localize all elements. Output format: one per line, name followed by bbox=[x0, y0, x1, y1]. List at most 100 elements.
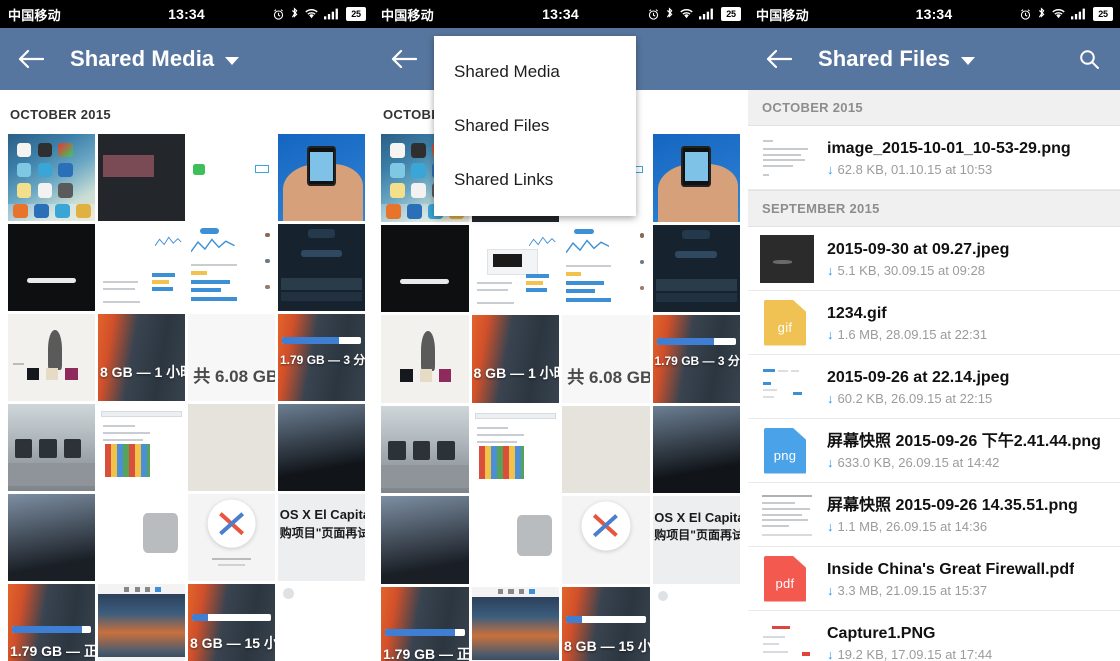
file-thumbnail bbox=[760, 490, 814, 539]
media-thumb[interactable] bbox=[8, 224, 95, 311]
gif-file-icon: gif bbox=[764, 299, 806, 346]
signal-icon bbox=[699, 8, 713, 20]
chevron-down-icon[interactable] bbox=[225, 57, 240, 65]
media-thumb[interactable]: 1.79 GB — 3 分钟 bbox=[278, 314, 365, 401]
file-name: 屏幕快照 2015-09-26 下午2.41.44.png bbox=[827, 432, 1101, 450]
media-thumb[interactable]: 8 GB — 15 小时 34 bbox=[188, 584, 275, 661]
file-thumbnail bbox=[760, 133, 814, 182]
back-button[interactable] bbox=[762, 42, 796, 76]
media-thumb[interactable] bbox=[652, 224, 740, 312]
media-thumb[interactable] bbox=[98, 404, 185, 491]
media-thumb[interactable] bbox=[471, 496, 559, 584]
media-thumb[interactable] bbox=[381, 496, 469, 584]
wifi-icon bbox=[1052, 9, 1065, 19]
media-thumb[interactable] bbox=[278, 134, 365, 221]
file-info: Inside China's Great Firewall.pdf ↓ 3.3 … bbox=[827, 559, 1074, 599]
search-button[interactable] bbox=[1072, 42, 1106, 76]
media-thumb[interactable]: 共 6.08 GB bbox=[562, 315, 650, 403]
media-thumb[interactable] bbox=[471, 405, 559, 493]
back-button[interactable] bbox=[14, 42, 48, 76]
media-thumb[interactable]: 共 6.08 GB bbox=[188, 314, 275, 401]
media-thumb[interactable]: 8 GB — 1 小时 bbox=[98, 314, 185, 401]
wifi-icon bbox=[680, 9, 693, 19]
media-thumb[interactable] bbox=[278, 224, 365, 311]
download-icon: ↓ bbox=[827, 391, 834, 406]
file-thumbnail bbox=[760, 618, 814, 661]
chevron-down-icon[interactable] bbox=[961, 57, 976, 65]
media-thumb[interactable]: 551 bbox=[188, 224, 275, 311]
media-thumb[interactable]: 8 GB — 15 小时 34 bbox=[562, 586, 650, 661]
media-thumb[interactable]: 1.79 GB — 正在计 bbox=[381, 586, 469, 661]
file-meta: ↓ 19.2 KB, 17.09.15 at 17:44 bbox=[827, 647, 992, 661]
media-thumb[interactable] bbox=[562, 405, 650, 493]
media-thumb[interactable] bbox=[278, 584, 365, 661]
back-button[interactable] bbox=[387, 42, 421, 76]
alarm-icon bbox=[648, 8, 659, 20]
file-info: 屏幕快照 2015-09-26 下午2.41.44.png ↓ 633.0 KB… bbox=[827, 431, 1101, 471]
toolbar: Shared Files bbox=[748, 28, 1120, 90]
media-thumb[interactable] bbox=[98, 494, 185, 581]
file-name: 屏幕快照 2015-09-26 14.35.51.png bbox=[827, 496, 1078, 514]
menu-item-shared-files[interactable]: Shared Files bbox=[434, 99, 636, 153]
file-meta: ↓ 62.8 KB, 01.10.15 at 10:53 bbox=[827, 162, 1071, 178]
file-row[interactable]: png 屏幕快照 2015-09-26 下午2.41.44.png ↓ 633.… bbox=[748, 419, 1120, 483]
battery-icon: 25 bbox=[721, 7, 741, 21]
media-thumb[interactable] bbox=[471, 586, 559, 661]
media-thumb[interactable] bbox=[8, 404, 95, 491]
media-thumb[interactable] bbox=[188, 404, 275, 491]
shared-content-dropdown-menu[interactable]: Shared Media Shared Files Shared Links bbox=[434, 36, 636, 216]
media-thumb[interactable] bbox=[98, 134, 185, 221]
media-thumb[interactable] bbox=[381, 224, 469, 312]
menu-item-shared-links[interactable]: Shared Links bbox=[434, 153, 636, 207]
png-file-icon: png bbox=[764, 427, 806, 474]
media-thumb[interactable] bbox=[652, 405, 740, 493]
media-thumb[interactable] bbox=[562, 496, 650, 584]
media-thumb[interactable] bbox=[8, 134, 95, 221]
media-thumb[interactable] bbox=[8, 494, 95, 581]
file-info: 屏幕快照 2015-09-26 14.35.51.png ↓ 1.1 MB, 2… bbox=[827, 495, 1078, 535]
file-name: 2015-09-30 at 09.27.jpeg bbox=[827, 240, 1010, 258]
file-meta-text: 62.8 KB, 01.10.15 at 10:53 bbox=[837, 161, 993, 177]
media-thumb[interactable] bbox=[188, 494, 275, 581]
media-thumb[interactable]: OS X El Capitan"失败 购项目"页面再试一次。 bbox=[652, 496, 740, 584]
file-row[interactable]: gif 1234.gif ↓ 1.6 MB, 28.09.15 at 22:31 bbox=[748, 291, 1120, 355]
back-arrow-icon bbox=[391, 49, 417, 69]
wifi-icon bbox=[305, 9, 318, 19]
back-arrow-icon bbox=[18, 49, 44, 69]
media-thumb[interactable] bbox=[98, 224, 185, 311]
file-row[interactable]: Capture1.PNG ↓ 19.2 KB, 17.09.15 at 17:4… bbox=[748, 611, 1120, 661]
menu-item-shared-media[interactable]: Shared Media bbox=[434, 45, 636, 99]
media-thumb[interactable] bbox=[8, 314, 95, 401]
file-extension-label: gif bbox=[777, 319, 793, 335]
media-thumb[interactable]: 8 GB — 1 小时 bbox=[471, 315, 559, 403]
file-row[interactable]: 屏幕快照 2015-09-26 14.35.51.png ↓ 1.1 MB, 2… bbox=[748, 483, 1120, 547]
media-thumb[interactable] bbox=[381, 405, 469, 493]
media-overlay-text: 1.79 GB — 3 分钟 bbox=[654, 353, 741, 368]
media-thumb[interactable] bbox=[652, 134, 740, 222]
file-row[interactable]: image_2015-10-01_10-53-29.png ↓ 62.8 KB,… bbox=[748, 126, 1120, 190]
page-title: Shared Files bbox=[818, 46, 951, 71]
battery-icon: 25 bbox=[346, 7, 366, 21]
media-thumb[interactable]: OS X El Capitan"失败 购项目"页面再试一次。 bbox=[278, 494, 365, 581]
file-row[interactable]: 2015-09-26 at 22.14.jpeg ↓ 60.2 KB, 26.0… bbox=[748, 355, 1120, 419]
media-thumb[interactable]: 1.79 GB — 正在计 bbox=[8, 584, 95, 661]
media-thumb[interactable] bbox=[278, 404, 365, 491]
media-thumb[interactable] bbox=[381, 315, 469, 403]
three-panel-screenshot-strip: 中国移动 13:34 25 Shared Media OCTOBER 2015 … bbox=[0, 0, 1120, 661]
battery-icon: 25 bbox=[1093, 7, 1113, 21]
file-row[interactable]: pdf Inside China's Great Firewall.pdf ↓ … bbox=[748, 547, 1120, 611]
media-overlay-text: 8 GB — 15 小时 34 bbox=[190, 634, 275, 651]
section-header: OCTOBER 2015 bbox=[748, 90, 1120, 126]
media-thumb[interactable]: 551 bbox=[562, 224, 650, 312]
section-header: SEPTEMBER 2015 bbox=[748, 190, 1120, 227]
file-row[interactable]: 2015-09-30 at 09.27.jpeg ↓ 5.1 KB, 30.09… bbox=[748, 227, 1120, 291]
media-thumb[interactable] bbox=[188, 134, 275, 221]
media-thumb[interactable] bbox=[471, 224, 559, 312]
media-grid: 551 bbox=[0, 134, 373, 661]
page-fold-icon bbox=[792, 299, 806, 312]
media-overlay-text: 共 6.08 GB bbox=[567, 368, 650, 388]
media-thumb[interactable] bbox=[98, 584, 185, 661]
media-thumb[interactable] bbox=[652, 586, 740, 661]
file-meta: ↓ 1.1 MB, 26.09.15 at 14:36 bbox=[827, 519, 1078, 535]
media-thumb[interactable]: 1.79 GB — 3 分钟 bbox=[652, 315, 741, 403]
